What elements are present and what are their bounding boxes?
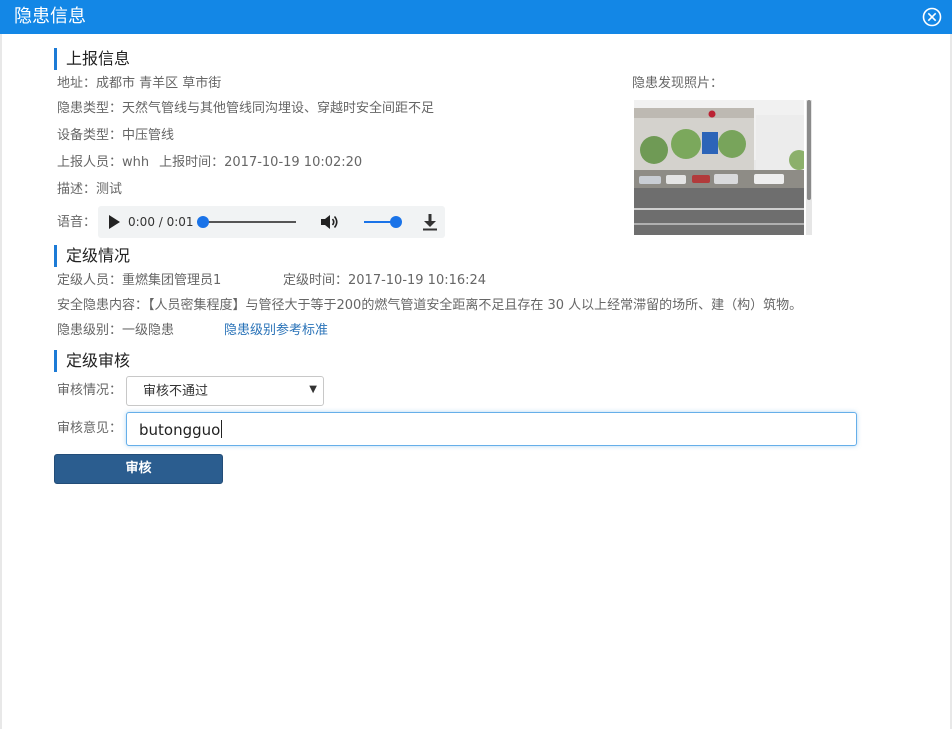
report-voice-label: 语音： <box>57 215 97 230</box>
grading-grader: 定级人员：重燃集团管理员1 <box>57 273 222 288</box>
grading-section-title: 定级情况 <box>54 245 130 267</box>
chevron-down-icon: ▼ <box>309 384 317 395</box>
report-device-type: 设备类型：中压管线 <box>57 128 175 143</box>
audio-progress-track[interactable] <box>201 221 296 223</box>
review-status-select[interactable]: 审核不通过 ▼ <box>126 376 324 406</box>
volume-icon[interactable] <box>320 213 340 231</box>
review-submit-button[interactable]: 审核 <box>54 454 223 484</box>
audio-progress-handle[interactable] <box>197 216 209 228</box>
grading-level-link[interactable]: 隐患级别参考标准 <box>224 322 328 340</box>
photo-scrollbar[interactable] <box>806 100 812 235</box>
download-icon[interactable] <box>422 213 438 231</box>
grading-time: 定级时间：2017-10-19 10:16:24 <box>283 273 487 288</box>
photo-label: 隐患发现照片： <box>632 76 724 91</box>
report-description: 描述：测试 <box>57 182 123 197</box>
review-section-title: 定级审核 <box>54 350 130 372</box>
photo-scrollbar-thumb[interactable] <box>807 100 811 200</box>
dialog-left-border <box>0 34 2 729</box>
review-opinion-label: 审核意见： <box>57 421 123 436</box>
report-section-title: 上报信息 <box>54 48 130 70</box>
report-time: 上报时间：2017-10-19 10:02:20 <box>159 155 363 170</box>
hazard-photo[interactable] <box>634 100 804 235</box>
report-hazard-type: 隐患类型：天然气管线与其他管线同沟埋设、穿越时安全间距不足 <box>57 101 435 116</box>
text-cursor <box>221 420 223 438</box>
dialog-titlebar: 隐患信息 <box>0 0 952 34</box>
play-icon[interactable] <box>108 215 120 229</box>
report-reporter: 上报人员：whh <box>57 155 150 170</box>
level-standard-link[interactable]: 隐患级别参考标准 <box>224 323 328 338</box>
grading-level: 隐患级别：一级隐患 <box>57 323 175 338</box>
review-status-value: 审核不通过 <box>143 384 209 399</box>
grading-content: 安全隐患内容：【人员密集程度】与管径大于等于200的燃气管道安全距离不足且存在 … <box>57 298 803 313</box>
volume-handle[interactable] <box>390 216 402 228</box>
report-address: 地址：成都市 青羊区 草市街 <box>57 76 222 91</box>
report-person-time: 上报人员：whh 上报时间：2017-10-19 10:02:20 <box>57 154 362 172</box>
close-icon[interactable] <box>922 7 942 27</box>
review-opinion-value: butongguo <box>139 421 221 439</box>
review-opinion-input[interactable]: butongguo <box>126 412 857 446</box>
audio-player: 0:00 / 0:01 <box>98 206 445 238</box>
review-status-label: 审核情况： <box>57 383 123 398</box>
dialog-title: 隐患信息 <box>14 6 86 27</box>
audio-time: 0:00 / 0:01 <box>128 215 194 229</box>
